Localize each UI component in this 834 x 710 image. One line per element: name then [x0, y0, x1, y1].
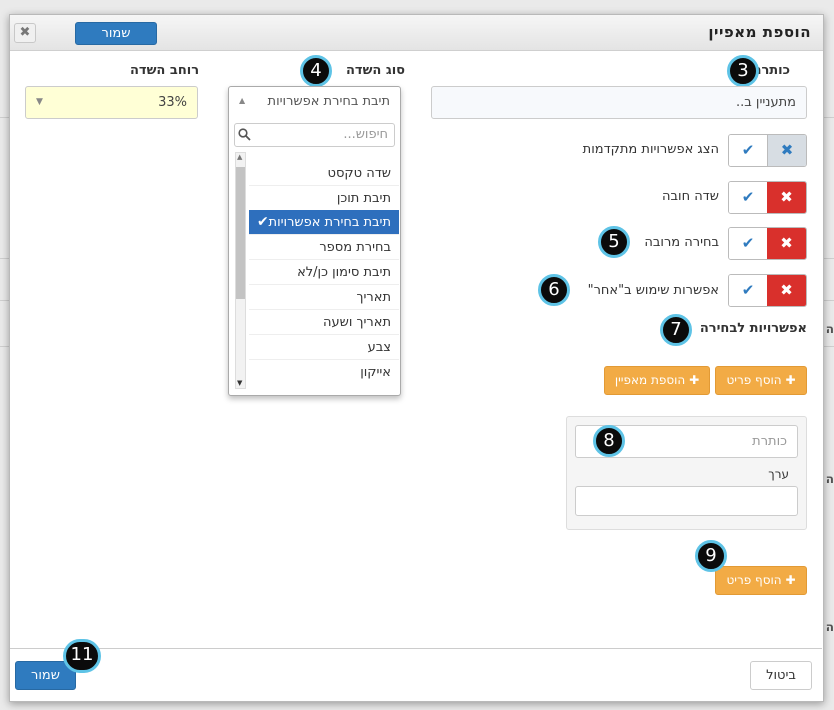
- dropdown-option[interactable]: תיבת תוכן: [249, 186, 399, 211]
- item-value-input[interactable]: [575, 486, 798, 516]
- toggle-other-option[interactable]: ✔ ✖: [728, 274, 807, 307]
- dropdown-option[interactable]: אייקון: [249, 360, 399, 385]
- toggle-label-required: שדה חובה: [662, 189, 719, 204]
- options-section-label: אפשרויות לבחירה: [699, 321, 807, 336]
- x-icon[interactable]: ✖: [767, 275, 806, 306]
- callout-badge-11: 11: [63, 639, 101, 673]
- add-item-bottom-label: הוסף פריט: [726, 573, 782, 587]
- scroll-up-icon[interactable]: ▲: [237, 153, 242, 161]
- add-item-button[interactable]: ✚ הוסף פריט: [715, 366, 807, 395]
- modal-header: ✖ שמור הוספת מאפיין: [10, 15, 823, 51]
- field-width-select[interactable]: 33% ▼: [25, 86, 198, 119]
- add-item-bottom-button[interactable]: ✚ הוסף פריט: [715, 566, 807, 595]
- dropdown-option[interactable]: תאריך: [249, 285, 399, 310]
- callout-badge-7: 7: [660, 314, 692, 346]
- toggle-label-other: אפשרות שימוש ב"אחר": [587, 283, 719, 298]
- dropdown-option[interactable]: בחירת מספר: [249, 235, 399, 260]
- scrollbar-thumb[interactable]: [236, 167, 245, 299]
- cancel-button[interactable]: ביטול: [750, 661, 812, 690]
- field-type-label: סוג השדה: [346, 63, 405, 78]
- callout-badge-3: 3: [727, 55, 759, 87]
- dropdown-option[interactable]: תיבת סימון כן/לא: [249, 260, 399, 285]
- toggle-required[interactable]: ✔ ✖: [728, 181, 807, 214]
- dropdown-option-selected[interactable]: תיבת בחירת אפשרויות ✔: [249, 210, 399, 235]
- check-icon[interactable]: ✔: [729, 275, 768, 306]
- toggle-label-multiple: בחירה מרובה: [644, 235, 719, 250]
- dropdown-option[interactable]: צבע: [249, 335, 399, 360]
- header-save-button[interactable]: שמור: [75, 22, 157, 45]
- plus-icon: ✚: [689, 373, 700, 387]
- check-icon[interactable]: ✔: [729, 228, 768, 259]
- plus-icon: ✚: [785, 373, 796, 387]
- field-width-value: 33%: [158, 95, 187, 110]
- dropdown-selected-value: תיבת בחירת אפשרויות: [267, 94, 390, 109]
- dropdown-option[interactable]: שדה טקסט: [249, 161, 399, 186]
- toggle-advanced-options[interactable]: ✔ ✖: [728, 134, 807, 167]
- add-property-label: הוספת מאפיין: [614, 373, 686, 387]
- dropdown-search-input[interactable]: חיפוש...: [234, 123, 395, 147]
- value-label: ערך: [768, 467, 789, 481]
- add-item-label: הוסף פריט: [726, 373, 782, 387]
- title-input[interactable]: מתעניין ב..: [431, 86, 807, 119]
- callout-badge-4: 4: [300, 55, 332, 87]
- field-type-dropdown[interactable]: תיבת בחירת אפשרויות ▲ חיפוש... ▲ ▼ שדה ט…: [228, 86, 401, 396]
- toggle-multiple[interactable]: ✔ ✖: [728, 227, 807, 260]
- x-icon[interactable]: ✖: [767, 135, 806, 166]
- field-width-label: רוחב השדה: [130, 63, 200, 78]
- chevron-down-icon: ▼: [36, 97, 43, 107]
- dropdown-option-label: תיבת בחירת אפשרויות: [268, 215, 391, 230]
- callout-badge-6: 6: [538, 274, 570, 306]
- dropdown-scrollbar[interactable]: ▲ ▼: [235, 152, 246, 389]
- add-property-button[interactable]: ✚ הוספת מאפיין: [604, 366, 710, 395]
- check-icon[interactable]: ✔: [729, 135, 767, 166]
- chevron-up-icon: ▲: [239, 96, 246, 105]
- toggle-label-advanced: הצג אפשרויות מתקדמות: [582, 142, 719, 157]
- dropdown-option[interactable]: תאריך ושעה: [249, 310, 399, 335]
- callout-badge-5: 5: [598, 226, 630, 258]
- plus-icon: ✚: [785, 573, 796, 587]
- x-icon[interactable]: ✖: [767, 182, 806, 213]
- footer-divider: [10, 648, 822, 649]
- check-icon[interactable]: ✔: [729, 182, 768, 213]
- check-icon: ✔: [257, 214, 269, 230]
- callout-badge-9: 9: [695, 540, 727, 572]
- callout-badge-8: 8: [593, 425, 625, 457]
- modal-title: הוספת מאפיין: [708, 23, 811, 41]
- search-icon: [238, 128, 251, 141]
- x-icon[interactable]: ✖: [767, 228, 806, 259]
- close-icon[interactable]: ✖: [14, 23, 36, 43]
- scroll-down-icon[interactable]: ▼: [237, 379, 242, 387]
